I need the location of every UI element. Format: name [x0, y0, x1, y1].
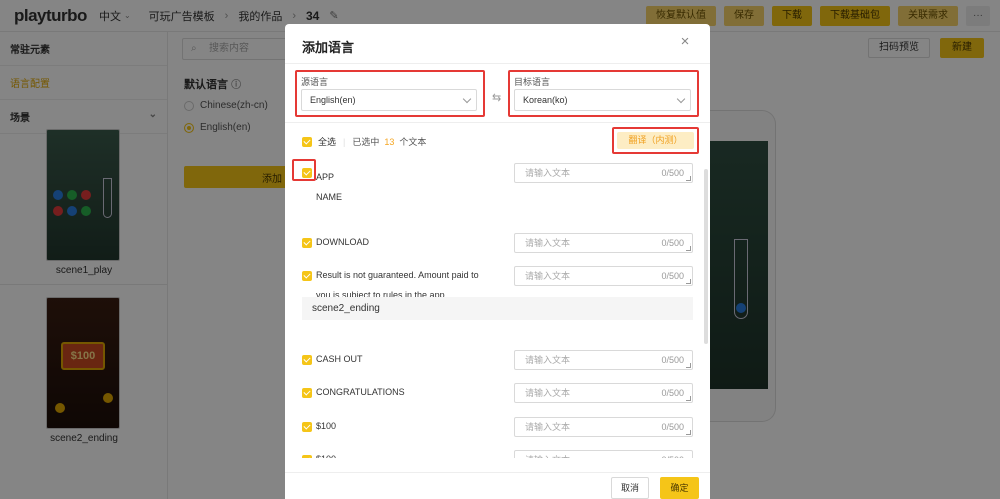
cancel-button[interactable]: 取消: [611, 477, 649, 499]
selection-summary: 全选 | 已选中 13 个文本: [302, 135, 426, 148]
selected-prefix: 已选中: [352, 137, 380, 147]
char-counter: 0/500: [661, 168, 684, 178]
target-language-label: 目标语言: [514, 77, 551, 87]
translation-input[interactable]: 请输入文本 0/500: [514, 163, 693, 183]
resize-handle-icon[interactable]: [686, 430, 691, 435]
source-language-label: 源语言: [301, 77, 329, 87]
translation-input[interactable]: 请输入文本 0/500: [514, 350, 693, 370]
selected-count: 13: [384, 136, 395, 147]
target-language-box: 目标语言 Korean(ko): [508, 70, 699, 117]
char-counter: 0/500: [661, 451, 684, 458]
add-language-modal: 添加语言 × 源语言 English(en) ⇆ 目标语言 Korean(ko)…: [285, 24, 710, 499]
resize-handle-icon[interactable]: [686, 246, 691, 251]
item-source-text: DOWNLOAD: [316, 237, 370, 247]
resize-handle-icon[interactable]: [686, 363, 691, 368]
modal-footer: 取消 确定: [285, 472, 710, 499]
translate-beta-button[interactable]: 翻译（内测）: [617, 132, 694, 149]
item-source-text: $100: [316, 449, 494, 458]
input-placeholder: 请输入文本: [525, 238, 571, 248]
input-placeholder: 请输入文本: [525, 422, 571, 432]
item-source-text: CASH OUT: [316, 354, 363, 364]
item-checkbox[interactable]: [302, 455, 312, 458]
input-placeholder: 请输入文本: [525, 388, 571, 398]
source-language-value: English(en): [310, 95, 356, 105]
resize-handle-icon[interactable]: [686, 176, 691, 181]
chevron-down-icon: [676, 94, 686, 104]
char-counter: 0/500: [661, 355, 684, 365]
char-counter: 0/500: [661, 238, 684, 248]
select-all-label[interactable]: 全选: [318, 135, 336, 148]
swap-languages-icon[interactable]: ⇆: [492, 91, 501, 104]
translation-input[interactable]: 请输入文本 0/500: [514, 266, 693, 286]
selected-suffix: 个文本: [399, 137, 427, 147]
translate-highlight: 翻译（内测）: [612, 127, 699, 154]
target-language-value: Korean(ko): [523, 95, 568, 105]
item-source-text: $100: [316, 421, 337, 431]
checkbox-highlight: [292, 159, 316, 181]
confirm-button[interactable]: 确定: [660, 477, 699, 499]
char-counter: 0/500: [661, 271, 684, 281]
input-placeholder: 请输入文本: [525, 455, 570, 458]
char-counter: 0/500: [661, 422, 684, 432]
scrollbar[interactable]: [704, 169, 708, 344]
item-checkbox[interactable]: [302, 238, 312, 248]
chevron-down-icon: [462, 94, 472, 104]
resize-handle-icon[interactable]: [686, 279, 691, 284]
section-header-scene2: scene2_ending: [302, 297, 693, 320]
modal-title: 添加语言: [302, 40, 355, 55]
input-placeholder: 请输入文本: [525, 271, 571, 281]
input-placeholder: 请输入文本: [525, 168, 571, 178]
item-checkbox[interactable]: [302, 355, 312, 365]
modal-header: 添加语言 ×: [285, 24, 710, 64]
select-all-checkbox[interactable]: [302, 136, 312, 147]
source-language-select[interactable]: English(en): [301, 89, 477, 111]
input-placeholder: 请输入文本: [525, 355, 571, 365]
translation-input[interactable]: 请输入文本 0/500: [514, 383, 693, 403]
item-checkbox[interactable]: [302, 388, 312, 398]
divider: [285, 122, 710, 123]
item-checkbox[interactable]: [302, 271, 312, 281]
translation-input[interactable]: 请输入文本 0/500: [514, 417, 693, 437]
item-checkbox[interactable]: [302, 422, 312, 432]
close-icon[interactable]: ×: [678, 34, 692, 49]
resize-handle-icon[interactable]: [686, 396, 691, 401]
char-counter: 0/500: [661, 388, 684, 398]
divider: |: [343, 136, 346, 147]
translation-input[interactable]: 请输入文本 0/500: [514, 233, 693, 253]
item-source-text: APP NAME: [316, 172, 343, 202]
translation-input[interactable]: 请输入文本 0/500: [514, 450, 693, 458]
target-language-select[interactable]: Korean(ko): [514, 89, 691, 111]
item-source-text: CONGRATULATIONS: [316, 387, 405, 397]
source-language-box: 源语言 English(en): [295, 70, 485, 117]
